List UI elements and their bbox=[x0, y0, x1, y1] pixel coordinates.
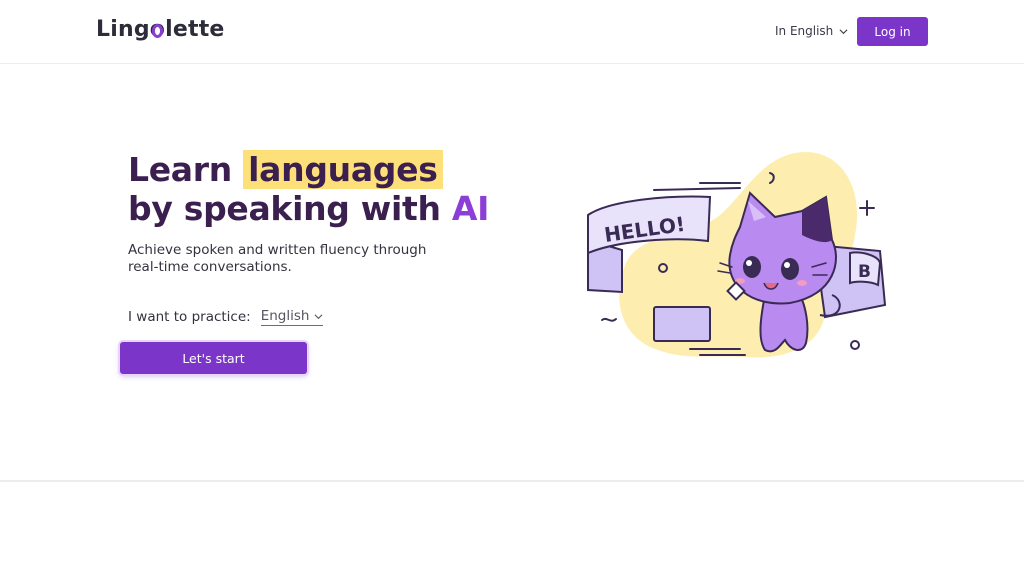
login-button[interactable]: Log in bbox=[857, 17, 928, 46]
cat-eye-shine-right bbox=[784, 262, 790, 268]
hero-subtitle: Achieve spoken and written fluency throu… bbox=[128, 242, 427, 275]
practice-language-value: English bbox=[260, 308, 310, 324]
letter-b-badge: B bbox=[858, 262, 871, 282]
dot-right bbox=[850, 340, 860, 350]
title-highlight-languages: languages bbox=[243, 150, 443, 189]
squiggle-left bbox=[601, 317, 617, 322]
message-card bbox=[653, 306, 711, 342]
logo-o-mark: o bbox=[149, 17, 166, 42]
cat-cheek-right bbox=[797, 280, 807, 286]
lets-start-button[interactable]: Let's start bbox=[120, 342, 307, 374]
cat-left-eye bbox=[743, 256, 761, 278]
title-text-by-speaking: by speaking with bbox=[128, 189, 452, 228]
cat-right-eye bbox=[781, 258, 799, 280]
practice-language-row: I want to practice: English bbox=[128, 308, 324, 326]
site-header: Lingolette In English Log in bbox=[0, 0, 1024, 64]
chevron-down-icon bbox=[314, 313, 323, 319]
chevron-down-icon bbox=[839, 28, 848, 34]
logo[interactable]: Lingolette bbox=[96, 17, 225, 42]
title-text-learn: Learn bbox=[128, 150, 244, 189]
cat-eye-shine-left bbox=[746, 260, 752, 266]
hero-title: Learn languages by speaking with AI bbox=[128, 150, 489, 228]
practice-language-select[interactable]: English bbox=[260, 308, 324, 326]
logo-text-start: Ling bbox=[96, 17, 150, 42]
title-text-ai: AI bbox=[451, 189, 490, 228]
plus-sparkle bbox=[859, 200, 875, 216]
speech-line-top bbox=[653, 187, 741, 191]
logo-text-end: lette bbox=[165, 17, 225, 42]
practice-label: I want to practice: bbox=[128, 309, 251, 325]
section-divider bbox=[0, 480, 1024, 482]
interface-language-select[interactable]: In English bbox=[775, 24, 848, 38]
cat-mascot-illustration: HELLO! B bbox=[587, 151, 887, 358]
interface-language-label: In English bbox=[775, 24, 834, 38]
